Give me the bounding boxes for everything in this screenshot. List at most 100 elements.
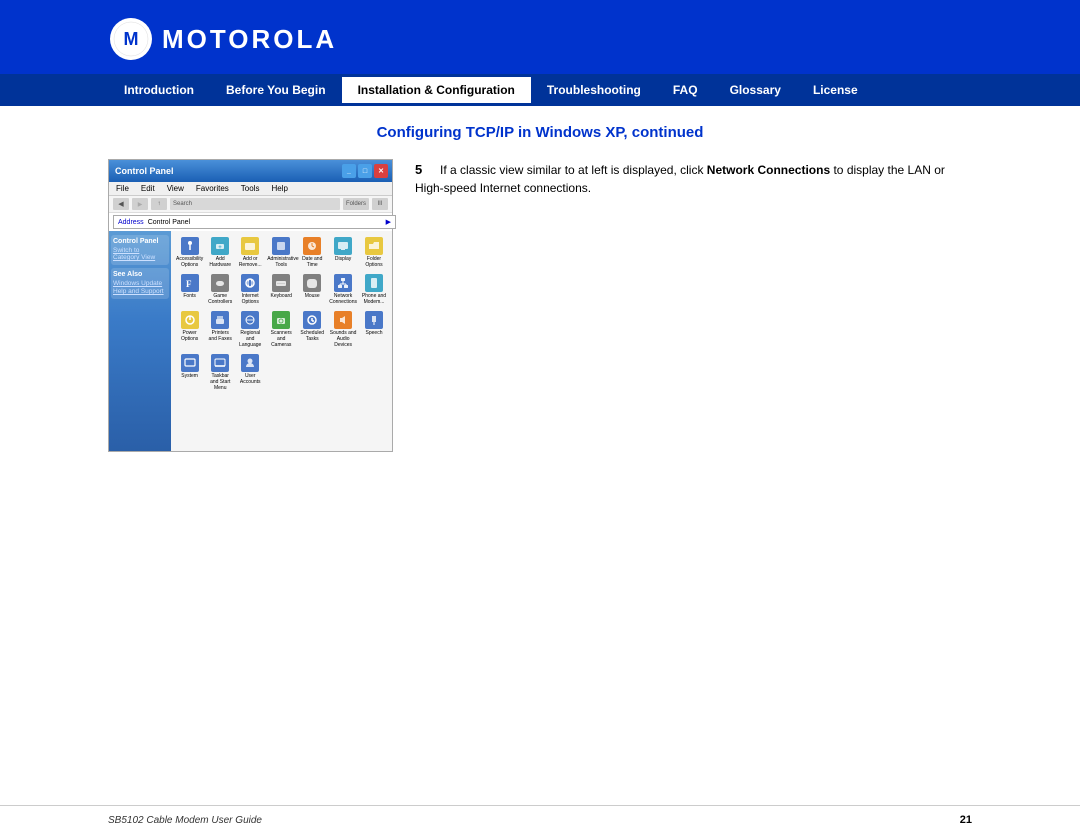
xp-minimize-button[interactable]: _ (342, 164, 356, 178)
xp-icon-admin-tools[interactable]: Administrative Tools (266, 235, 296, 270)
svg-text:M: M (124, 29, 139, 49)
xp-sidebar-link-windows-update[interactable]: Windows Update (113, 280, 167, 287)
xp-sidebar-link-help[interactable]: Help and Support (113, 288, 167, 295)
xp-icon-img-date-time (303, 237, 321, 255)
xp-icon-label-network-connections: Network Connections (329, 293, 357, 305)
page-title: Configuring TCP/IP in Windows XP, contin… (108, 124, 972, 141)
xp-addressbar[interactable]: Address Control Panel ▶ (113, 215, 396, 229)
footer: SB5102 Cable Modem User Guide 21 (0, 805, 1080, 834)
xp-icon-user-accounts[interactable]: User Accounts (236, 352, 264, 393)
xp-icon-sounds-audio[interactable]: Sounds and Audio Devices (328, 309, 358, 350)
xp-icon-label-add-remove: Add or Remove... (237, 256, 263, 268)
xp-back-button[interactable]: ◀ (113, 198, 129, 210)
xp-icon-img-add-remove (241, 237, 259, 255)
xp-sidebar-link-category[interactable]: Switch to Category View (113, 247, 167, 261)
xp-icon-regional-language[interactable]: Regional and Language (236, 309, 264, 350)
step-text-before-bold: If a classic view similar to at left is … (440, 163, 707, 177)
xp-icon-img-regional-language (241, 311, 259, 329)
xp-menu-file[interactable]: File (113, 183, 132, 194)
xp-icon-keyboard[interactable]: Keyboard (266, 272, 296, 307)
xp-icon-mouse[interactable]: Mouse (298, 272, 326, 307)
xp-icon-label-folder-options: Folder Options (361, 256, 387, 268)
xp-icon-power-options[interactable]: Power Options (175, 309, 204, 350)
xp-sidebar-title-2: See Also (113, 271, 167, 278)
xp-maximize-button[interactable]: □ (358, 164, 372, 178)
xp-icon-system[interactable]: System (175, 352, 204, 393)
xp-menu-favorites[interactable]: Favorites (193, 183, 232, 194)
xp-go-button[interactable]: ▶ (386, 218, 391, 226)
xp-icon-accessibility[interactable]: Accessibility Options (175, 235, 204, 270)
nav-item-before-you-begin[interactable]: Before You Begin (210, 77, 342, 103)
xp-search-bar[interactable]: Search (170, 198, 340, 210)
xp-icon-img-sounds-audio (334, 311, 352, 329)
xp-menu-view[interactable]: View (164, 183, 187, 194)
screenshot-container: Control Panel _ □ ✕ File Edit View Favor… (108, 159, 393, 452)
xp-icon-scheduled-tasks[interactable]: Scheduled Tasks (298, 309, 326, 350)
nav-item-glossary[interactable]: Glossary (714, 77, 797, 103)
svg-text:F: F (186, 279, 192, 289)
xp-titlebar-text: Control Panel (115, 166, 174, 176)
xp-menu-edit[interactable]: Edit (138, 183, 158, 194)
xp-icon-label-date-time: Date and Time (299, 256, 325, 268)
xp-up-button[interactable]: ↑ (151, 198, 167, 210)
xp-forward-button[interactable]: ▶ (132, 198, 148, 210)
xp-sidebar-title-1: Control Panel (113, 238, 167, 245)
xp-icon-label-add-hardware: Add Hardware (207, 256, 233, 268)
xp-titlebar-buttons: _ □ ✕ (342, 164, 388, 178)
xp-icon-game-controllers[interactable]: Game Controllers (206, 272, 234, 307)
xp-icon-date-time[interactable]: Date and Time (298, 235, 326, 270)
xp-icon-img-internet-options (241, 274, 259, 292)
xp-icon-folder-options[interactable]: Folder Options (360, 235, 388, 270)
xp-folders-button[interactable]: Folders (343, 198, 369, 210)
xp-icon-fonts[interactable]: F Fonts (175, 272, 204, 307)
page-container: M MOTOROLA Introduction Before You Begin… (0, 0, 1080, 834)
xp-icon-display[interactable]: Display (328, 235, 358, 270)
motorola-m-icon: M (110, 18, 152, 60)
xp-icon-label-display: Display (335, 256, 351, 262)
xp-icon-network-connections[interactable]: Network Connections (328, 272, 358, 307)
xp-icon-img-user-accounts (241, 354, 259, 372)
xp-icon-img-scheduled-tasks (303, 311, 321, 329)
xp-icon-phone-modem[interactable]: Phone and Modem... (360, 272, 388, 307)
nav-bar: Introduction Before You Begin Installati… (0, 74, 1080, 106)
xp-icon-img-admin-tools (272, 237, 290, 255)
xp-icon-img-mouse (303, 274, 321, 292)
xp-address-value: Control Panel (148, 219, 386, 226)
xp-icon-img-keyboard (272, 274, 290, 292)
xp-icon-label-admin-tools: Administrative Tools (267, 256, 295, 268)
nav-item-installation-configuration[interactable]: Installation & Configuration (342, 77, 531, 103)
step-content: 5 If a classic view similar to at left i… (415, 159, 972, 197)
xp-menu-tools[interactable]: Tools (238, 183, 263, 194)
xp-icons-grid: Accessibility Options + Add Hardware Add… (175, 235, 388, 393)
xp-icon-label-game-controllers: Game Controllers (207, 293, 233, 305)
xp-icon-label-keyboard: Keyboard (271, 293, 292, 299)
xp-icon-add-remove[interactable]: Add or Remove... (236, 235, 264, 270)
xp-icon-scanners-cameras[interactable]: Scanners and Cameras (266, 309, 296, 350)
xp-icon-img-phone-modem (365, 274, 383, 292)
xp-main-area: Accessibility Options + Add Hardware Add… (171, 231, 392, 451)
xp-icon-label-sounds-audio: Sounds and Audio Devices (329, 330, 357, 348)
xp-icon-internet-options[interactable]: Internet Options (236, 272, 264, 307)
nav-item-troubleshooting[interactable]: Troubleshooting (531, 77, 657, 103)
xp-icon-add-hardware[interactable]: + Add Hardware (206, 235, 234, 270)
xp-history-button[interactable]: III (372, 198, 388, 210)
main-content: Configuring TCP/IP in Windows XP, contin… (0, 106, 1080, 465)
xp-menu-help[interactable]: Help (268, 183, 290, 194)
xp-sidebar-see-also: See Also Windows Update Help and Support (111, 268, 169, 299)
xp-icon-printers-faxes[interactable]: Printers and Faxes (206, 309, 234, 350)
nav-item-license[interactable]: License (797, 77, 874, 103)
spacer (0, 465, 1080, 806)
nav-item-introduction[interactable]: Introduction (108, 77, 210, 103)
xp-icon-img-game-controllers (211, 274, 229, 292)
xp-icon-label-speech: Speech (366, 330, 383, 336)
xp-icon-label-fonts: Fonts (183, 293, 196, 299)
xp-icon-img-speech (365, 311, 383, 329)
nav-item-faq[interactable]: FAQ (657, 77, 714, 103)
xp-icon-img-printers-faxes (211, 311, 229, 329)
xp-close-button[interactable]: ✕ (374, 164, 388, 178)
xp-icon-taskbar[interactable]: Taskbar and Start Menu (206, 352, 234, 393)
motorola-brand-text: MOTOROLA (162, 24, 337, 55)
xp-icon-img-accessibility (181, 237, 199, 255)
xp-icon-speech[interactable]: Speech (360, 309, 388, 350)
xp-icon-label-taskbar: Taskbar and Start Menu (207, 373, 233, 391)
